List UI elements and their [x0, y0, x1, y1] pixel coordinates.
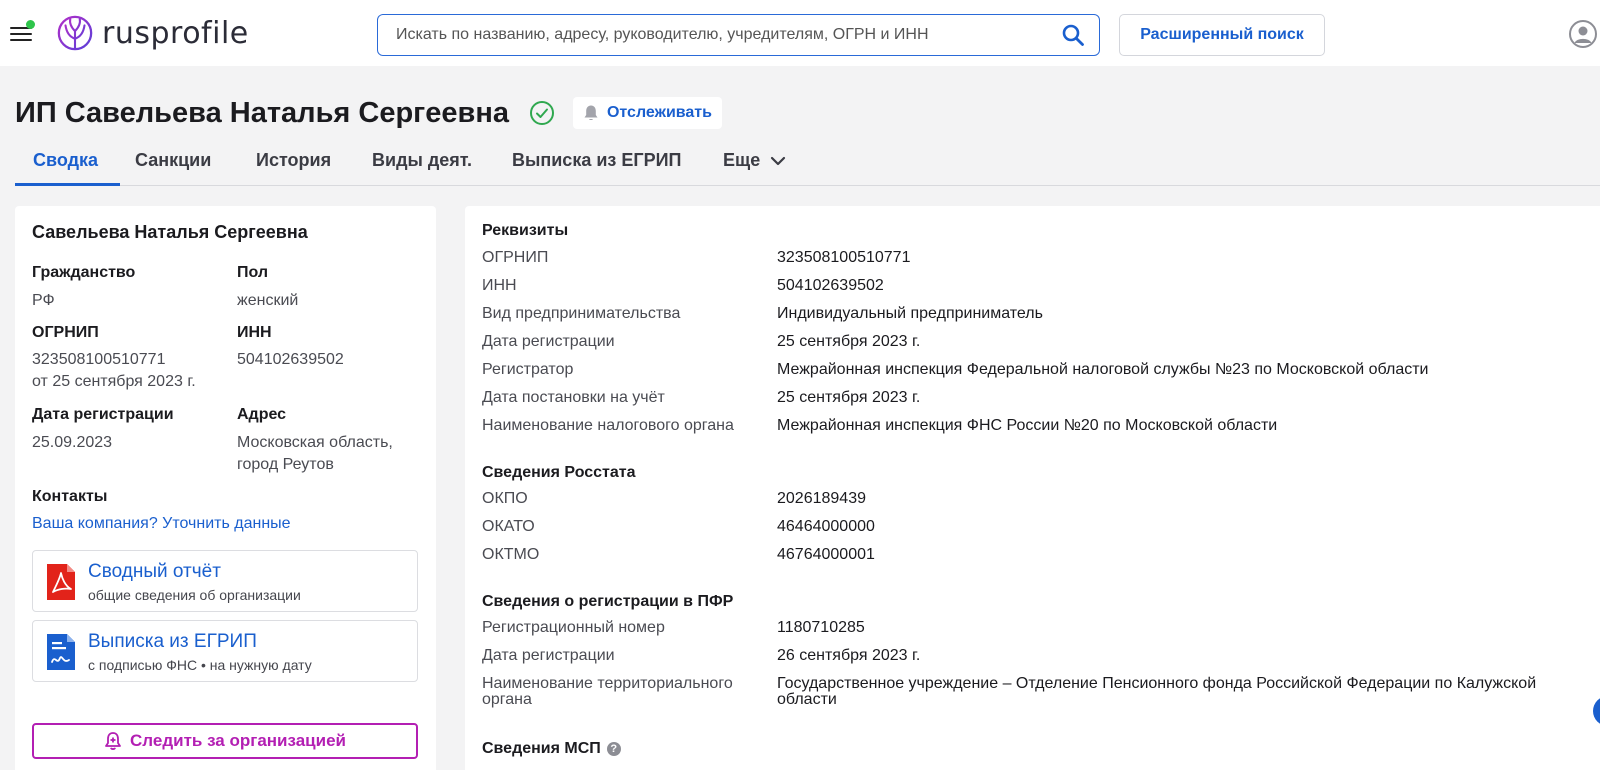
msp-title: Сведения МСП ?: [482, 740, 621, 758]
requisites-title: Реквизиты: [482, 222, 569, 239]
rosstat-value: 2026189439: [777, 490, 866, 507]
pfr-value: 1180710285: [777, 619, 865, 636]
clarify-data-link[interactable]: Ваша компания? Уточнить данные: [32, 515, 291, 533]
egrip-extract-card[interactable]: Выписка из ЕГРИП с подписью ФНС • на нуж…: [32, 620, 418, 682]
address-line-1: Московская область,: [237, 434, 393, 451]
chevron-down-icon: [771, 156, 786, 165]
req-key: Дата постановки на учёт: [482, 389, 665, 406]
bell-plus-icon: [105, 732, 121, 750]
tab-more[interactable]: Еще: [723, 150, 786, 171]
page-title: ИП Савельева Наталья Сергеевна: [15, 96, 509, 129]
req-key: Регистратор: [482, 361, 574, 378]
user-avatar-icon[interactable]: [1569, 20, 1597, 48]
gender-value: женский: [237, 292, 299, 309]
pfr-key-line-1: Наименование территориального: [482, 675, 733, 692]
search-icon[interactable]: [1061, 23, 1085, 47]
req-value: 25 сентября 2023 г.: [777, 333, 921, 350]
tab-more-label: Еще: [723, 150, 761, 170]
contacts-label: Контакты: [32, 488, 108, 505]
req-value: Межрайонная инспекция Федеральной налого…: [777, 361, 1429, 378]
pfr-value-line-2: области: [777, 691, 837, 708]
title-row: ИП Савельева Наталья Сергеевна Отслежива…: [15, 93, 722, 133]
rosstat-value: 46764000001: [777, 546, 875, 563]
ogrnip-value: 323508100510771: [32, 351, 166, 368]
rosstat-title: Сведения Росстата: [482, 464, 636, 481]
tab-sanctions[interactable]: Санкции: [135, 150, 211, 171]
address-label: Адрес: [237, 406, 287, 423]
req-value: Межрайонная инспекция ФНС России №20 по …: [777, 417, 1278, 434]
menu-icon[interactable]: [10, 20, 35, 42]
inn-label: ИНН: [237, 324, 272, 341]
req-key: Вид предпринимательства: [482, 305, 681, 322]
search-bar: [377, 14, 1100, 56]
req-value: 504102639502: [777, 277, 884, 294]
top-header: rusprofile Расширенный поиск: [0, 0, 1600, 66]
msp-title-label: Сведения МСП: [482, 740, 601, 757]
logo-text: rusprofile: [102, 15, 249, 51]
inn-value: 504102639502: [237, 351, 344, 368]
summary-report-subtitle: общие сведения об организации: [88, 587, 301, 603]
follow-button[interactable]: Отслеживать: [572, 97, 722, 129]
ogrnip-date: от 25 сентября 2023 г.: [32, 373, 196, 390]
bell-icon: [584, 105, 598, 121]
rosstat-key: ОКАТО: [482, 518, 535, 535]
watch-organization-label: Следить за организацией: [130, 731, 346, 750]
verified-check-icon: [529, 101, 554, 125]
tab-summary[interactable]: Сводка: [33, 150, 98, 171]
help-icon[interactable]: ?: [606, 742, 621, 756]
citizenship-label: Гражданство: [32, 264, 136, 281]
online-status-dot: [26, 20, 35, 29]
pfr-value: 26 сентября 2023 г.: [777, 647, 921, 664]
reg-date-label: Дата регистрации: [32, 406, 174, 423]
egrip-extract-subtitle: с подписью ФНС • на нужную дату: [88, 657, 312, 673]
req-value: Индивидуальный предприниматель: [777, 305, 1043, 322]
advanced-search-button[interactable]: Расширенный поиск: [1119, 14, 1325, 56]
active-tab-underline: [15, 183, 120, 186]
pfr-value-line-1: Государственное учреждение – Отделение П…: [777, 675, 1537, 692]
req-key: ИНН: [482, 277, 517, 294]
follow-label: Отслеживать: [606, 104, 712, 121]
tab-egrip-extract[interactable]: Выписка из ЕГРИП: [512, 150, 681, 171]
pfr-key: Регистрационный номер: [482, 619, 665, 636]
tab-activities[interactable]: Виды деят.: [372, 150, 472, 171]
rosstat-key: ОКТМО: [482, 546, 540, 563]
req-value: 25 сентября 2023 г.: [777, 389, 921, 406]
summary-report-title: Сводный отчёт: [88, 561, 221, 582]
rosstat-key: ОКПО: [482, 490, 528, 507]
summary-card: Савельева Наталья Сергеевна Гражданство …: [15, 206, 436, 770]
person-name: Савельева Наталья Сергеевна: [32, 222, 308, 242]
tab-history[interactable]: История: [256, 150, 331, 171]
citizenship-value: РФ: [32, 292, 55, 309]
gender-label: Пол: [237, 264, 269, 281]
egrip-extract-title: Выписка из ЕГРИП: [88, 631, 257, 652]
pfr-key: Дата регистрации: [482, 647, 615, 664]
logo[interactable]: rusprofile: [56, 14, 249, 52]
search-input[interactable]: [396, 15, 1036, 54]
pdf-icon: [47, 564, 75, 600]
req-key: ОГРНИП: [482, 249, 549, 266]
req-value: 323508100510771: [777, 249, 911, 266]
pfr-key-line-2: органа: [482, 691, 532, 708]
watch-organization-button[interactable]: Следить за организацией: [32, 723, 418, 759]
logo-icon: [57, 15, 93, 51]
req-key: Дата регистрации: [482, 333, 615, 350]
tab-bar: Сводка Санкции История Виды деят. Выписк…: [15, 140, 1600, 186]
req-key: Наименование налогового органа: [482, 417, 734, 434]
document-icon: [47, 634, 75, 670]
reg-date-value: 25.09.2023: [32, 434, 113, 451]
pfr-title: Сведения о регистрации в ПФР: [482, 593, 734, 610]
summary-report-card[interactable]: Сводный отчёт общие сведения об организа…: [32, 550, 418, 612]
address-line-2: город Реутов: [237, 456, 334, 473]
rosstat-value: 46464000000: [777, 518, 875, 535]
details-card: Реквизиты ОГРНИП 323508100510771 ИНН 504…: [465, 206, 1600, 770]
ogrnip-label: ОГРНИП: [32, 324, 99, 341]
